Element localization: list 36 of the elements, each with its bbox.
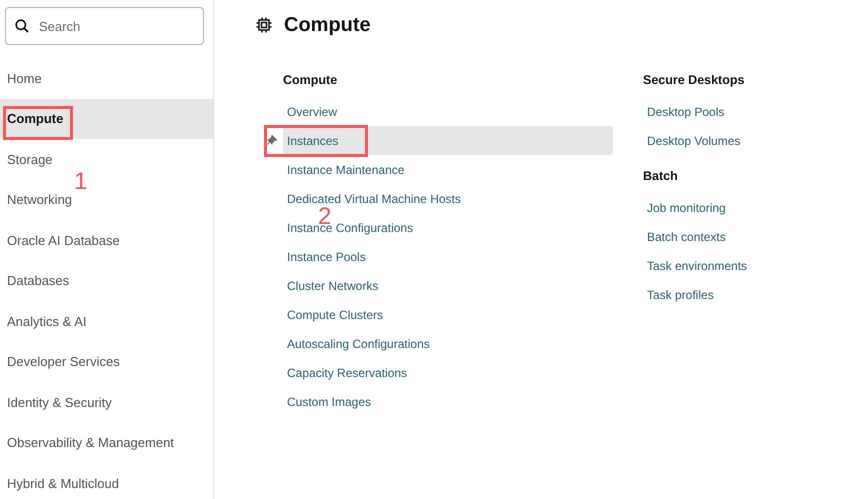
sidebar-item[interactable]: Compute: [7, 111, 64, 126]
sidebar-item[interactable]: Oracle AI Database: [7, 232, 120, 248]
menu-link[interactable]: Autoscaling Configurations: [287, 336, 430, 350]
section-heading: Batch: [643, 168, 679, 185]
sidebar-item[interactable]: Databases: [7, 273, 70, 288]
menu-link[interactable]: Instances: [287, 134, 338, 148]
menu-link[interactable]: Desktop Pools: [647, 104, 724, 118]
menu-link[interactable]: Task profiles: [647, 288, 714, 302]
search-field[interactable]: Search: [5, 7, 204, 45]
page-title: Compute: [284, 14, 371, 36]
menu-link[interactable]: Compute Clusters: [287, 308, 384, 322]
sidebar-item[interactable]: Identity & Security: [7, 394, 112, 410]
sidebar-item[interactable]: Home: [7, 70, 42, 86]
chip-icon: [256, 17, 272, 33]
menu-link[interactable]: Batch contexts: [647, 230, 726, 244]
menu-link[interactable]: Desktop Volumes: [647, 134, 740, 148]
callout-number: 1: [74, 170, 88, 194]
menu-link[interactable]: Capacity Reservations: [287, 366, 408, 380]
menu-link[interactable]: Overview: [287, 104, 338, 118]
search-icon: [15, 19, 29, 33]
menu-link[interactable]: Job monitoring: [647, 200, 726, 214]
section-heading: Secure Desktops: [643, 72, 746, 89]
sidebar-item[interactable]: Developer Services: [7, 354, 120, 370]
sidebar-item[interactable]: Hybrid & Multicloud: [7, 476, 119, 491]
sidebar-item[interactable]: Storage: [7, 152, 53, 167]
menu-link[interactable]: Dedicated Virtual Machine Hosts: [287, 192, 461, 206]
menu-link[interactable]: Instance Maintenance: [287, 162, 404, 176]
highlight-frame: [3, 106, 73, 140]
menu-link[interactable]: Custom Images: [287, 394, 372, 408]
menu-link[interactable]: Task environments: [647, 258, 748, 272]
sidebar-item[interactable]: Analytics & AI: [7, 314, 86, 329]
section-heading: Compute: [283, 72, 338, 89]
sidebar-item[interactable]: Networking: [7, 192, 72, 208]
sidebar-item[interactable]: Observability & Management: [7, 435, 174, 450]
menu-link[interactable]: Cluster Networks: [287, 278, 378, 292]
menu-link[interactable]: Instance Pools: [287, 250, 366, 264]
